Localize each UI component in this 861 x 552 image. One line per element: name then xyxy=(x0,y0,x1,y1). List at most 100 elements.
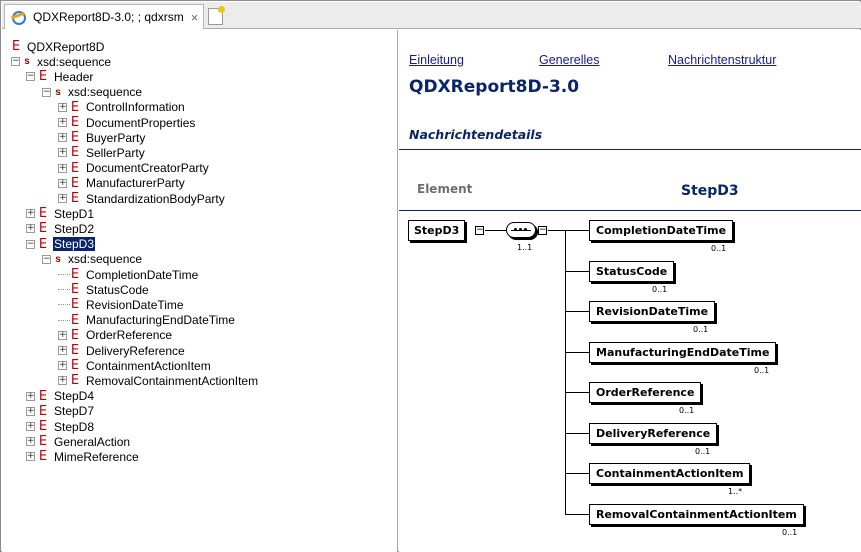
tree-item[interactable]: − s xsd:sequence xyxy=(42,85,143,100)
expand-icon[interactable]: + xyxy=(58,148,67,158)
diagram-child-box[interactable]: StatusCode xyxy=(589,260,675,282)
tree-item[interactable]: − E Header xyxy=(26,69,94,84)
new-tab-icon[interactable] xyxy=(208,6,225,25)
tree-item[interactable]: E RevisionDateTime xyxy=(58,297,185,312)
collapse-icon[interactable]: − xyxy=(538,226,547,235)
collapse-icon[interactable]: − xyxy=(26,239,35,249)
tree-item-label: StepD4 xyxy=(54,389,95,404)
tab-bar: QDXReport8D-3.0; ; qdxrsm × xyxy=(2,2,861,29)
diagram-child-box[interactable]: CompletionDateTime xyxy=(589,220,734,241)
tree-item-label: xsd:sequence xyxy=(68,252,143,267)
expand-icon[interactable]: + xyxy=(58,133,67,143)
browser-window: QDXReport8D-3.0; ; qdxrsm × E QDXReport8D… xyxy=(0,0,861,552)
sequence-icon: s xyxy=(55,253,61,265)
tree-item[interactable]: + E ManufacturerParty xyxy=(58,176,186,191)
element-icon: E xyxy=(38,434,48,450)
tree-item[interactable]: + E BuyerParty xyxy=(58,130,146,145)
document-pane[interactable]: Einleitung Generelles Nachrichtenstruktu… xyxy=(399,30,861,552)
element-icon: E xyxy=(38,69,48,85)
tree-item[interactable]: E CompletionDateTime xyxy=(58,267,199,282)
tree-item[interactable]: − E StepD3 xyxy=(26,237,96,252)
tree-item[interactable]: E QDXReport8D xyxy=(11,39,105,54)
ie-icon xyxy=(11,10,26,25)
occurrence-label: 0..1 xyxy=(695,446,711,456)
diagram-child-box[interactable]: RevisionDateTime xyxy=(589,301,716,322)
tab-title: QDXReport8D-3.0; ; qdxrsm xyxy=(33,10,184,24)
tree-item[interactable]: + E ContainmentActionItem xyxy=(58,358,212,373)
connector-line xyxy=(566,473,589,474)
tab-qdxreport[interactable]: QDXReport8D-3.0; ; qdxrsm × xyxy=(4,4,204,29)
tree-item[interactable]: + E StepD2 xyxy=(26,221,95,236)
tree-item[interactable]: + E DocumentCreatorParty xyxy=(58,161,210,176)
tree-item-label: DocumentProperties xyxy=(86,115,196,130)
connector-line xyxy=(566,311,589,312)
element-label: Element xyxy=(417,182,473,196)
tree-item[interactable]: + E MimeReference xyxy=(26,449,140,464)
collapse-icon[interactable]: − xyxy=(11,57,20,67)
diagram-child-box[interactable]: ManufacturingEndDateTime xyxy=(589,341,777,363)
expand-icon[interactable]: + xyxy=(58,194,67,203)
tree-item[interactable]: − s xsd:sequence xyxy=(11,54,112,69)
tree-item[interactable]: + E RemovalContainmentActionItem xyxy=(58,373,259,388)
occurrence-label: 0..1 xyxy=(754,365,770,375)
expand-icon[interactable]: + xyxy=(58,102,67,112)
expand-icon[interactable]: + xyxy=(58,330,67,340)
collapse-icon[interactable]: − xyxy=(475,226,484,235)
tree-item-label: xsd:sequence xyxy=(68,85,143,100)
expand-icon[interactable]: + xyxy=(58,376,67,386)
expand-icon[interactable]: + xyxy=(26,391,35,401)
connector-line xyxy=(566,351,589,353)
tree-item[interactable]: + E ControlInformation xyxy=(58,100,186,115)
divider xyxy=(399,149,861,150)
expand-icon[interactable]: + xyxy=(26,406,35,416)
tree-item[interactable]: E ManufacturingEndDateTime xyxy=(58,313,236,328)
diagram-child-box[interactable]: DeliveryReference xyxy=(589,422,718,444)
tree-item-label: DocumentCreatorParty xyxy=(86,161,209,176)
collapse-icon[interactable]: − xyxy=(42,254,51,264)
tree-item[interactable]: + E StandardizationBodyParty xyxy=(58,191,226,206)
diagram-child-box[interactable]: OrderReference xyxy=(589,382,702,403)
element-icon: E xyxy=(70,312,80,328)
tree-item[interactable]: + E DocumentProperties xyxy=(58,115,196,130)
expand-icon[interactable]: + xyxy=(26,452,35,462)
sequence-icon xyxy=(506,222,536,238)
tree-item[interactable]: + E StepD7 xyxy=(26,404,95,419)
expand-icon[interactable]: + xyxy=(58,361,67,371)
tree-item[interactable]: + E OrderReference xyxy=(58,328,173,343)
tree-item[interactable]: + E StepD4 xyxy=(26,389,95,404)
collapse-icon[interactable]: − xyxy=(42,87,51,97)
element-icon: E xyxy=(38,419,48,434)
diagram-root-box[interactable]: StepD3 xyxy=(408,220,466,241)
close-icon[interactable]: × xyxy=(191,10,199,25)
expand-icon[interactable]: + xyxy=(58,163,67,173)
expand-icon[interactable]: + xyxy=(26,437,35,447)
expand-icon[interactable]: + xyxy=(58,178,67,188)
nav-link-generelles[interactable]: Generelles xyxy=(539,53,599,67)
tree-connector xyxy=(58,312,70,321)
element-icon: E xyxy=(70,175,80,191)
diagram-child-box[interactable]: ContainmentActionItem xyxy=(589,463,751,484)
diagram-child-box[interactable]: RemovalContainmentActionItem xyxy=(589,503,804,525)
tree-item[interactable]: E StatusCode xyxy=(58,282,150,297)
nav-link-nachrichtenstruktur[interactable]: Nachrichtenstruktur xyxy=(668,53,776,67)
tree-item[interactable]: + E SellerParty xyxy=(58,145,146,160)
tree-item[interactable]: − s xsd:sequence xyxy=(42,252,143,267)
tree-item[interactable]: + E GeneralAction xyxy=(26,434,131,449)
tree-item-label: StepD7 xyxy=(54,404,95,419)
collapse-icon[interactable]: − xyxy=(26,72,35,82)
tree-item[interactable]: + E DeliveryReference xyxy=(58,343,186,358)
tree-item[interactable]: + E StepD8 xyxy=(26,419,95,434)
nav-link-einleitung[interactable]: Einleitung xyxy=(409,53,464,67)
expand-icon[interactable]: + xyxy=(58,346,67,355)
expand-icon[interactable]: + xyxy=(26,422,35,431)
tree-pane[interactable]: E QDXReport8D − s xsd:sequence − E Header − s xsd:… xyxy=(2,30,398,552)
tree-item-label: BuyerParty xyxy=(86,130,146,145)
tree-item-label: ManufacturerParty xyxy=(86,176,185,191)
expand-icon[interactable]: + xyxy=(58,118,67,127)
expand-icon[interactable]: + xyxy=(26,209,35,219)
tree-item[interactable]: + E StepD1 xyxy=(26,206,95,221)
tree-item-label: Header xyxy=(54,69,94,84)
element-icon: E xyxy=(38,403,48,419)
element-icon: E xyxy=(70,191,80,206)
expand-icon[interactable]: + xyxy=(26,224,35,234)
